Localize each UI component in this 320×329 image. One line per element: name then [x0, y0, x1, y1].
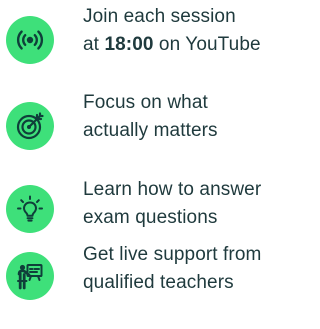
feature-item-exam-answers: Learn how to answer exam questions	[6, 176, 305, 236]
feature-text: Join each session at 18:00 on YouTube	[83, 3, 305, 59]
feature-list: Join each session at 18:00 on YouTube Fo…	[0, 0, 305, 329]
lightbulb-icon	[6, 185, 54, 233]
time-prefix: at	[83, 34, 105, 55]
feature-line-2: qualified teachers	[83, 272, 234, 293]
feature-line-2: actually matters	[83, 120, 218, 141]
feature-text: Get live support from qualified teachers	[83, 241, 305, 297]
feature-line-2: at 18:00 on YouTube	[83, 31, 305, 59]
target-arrow-icon	[6, 102, 54, 150]
feature-line-1: Get live support from	[83, 244, 262, 265]
session-time: 18:00	[104, 34, 154, 55]
time-suffix: on YouTube	[153, 34, 261, 55]
live-broadcast-icon	[6, 16, 54, 64]
feature-item-focus: Focus on what actually matters	[6, 89, 305, 150]
feature-text: Learn how to answer exam questions	[83, 176, 305, 232]
teacher-board-icon	[6, 252, 54, 300]
feature-line-1: Focus on what	[83, 92, 208, 113]
feature-line-1: Join each session	[83, 6, 236, 27]
feature-item-live-support: Get live support from qualified teachers	[6, 241, 305, 301]
feature-text: Focus on what actually matters	[83, 89, 305, 145]
feature-item-live-session: Join each session at 18:00 on YouTube	[6, 3, 305, 64]
feature-line-1: Learn how to answer	[83, 179, 262, 200]
feature-line-2: exam questions	[83, 207, 218, 228]
